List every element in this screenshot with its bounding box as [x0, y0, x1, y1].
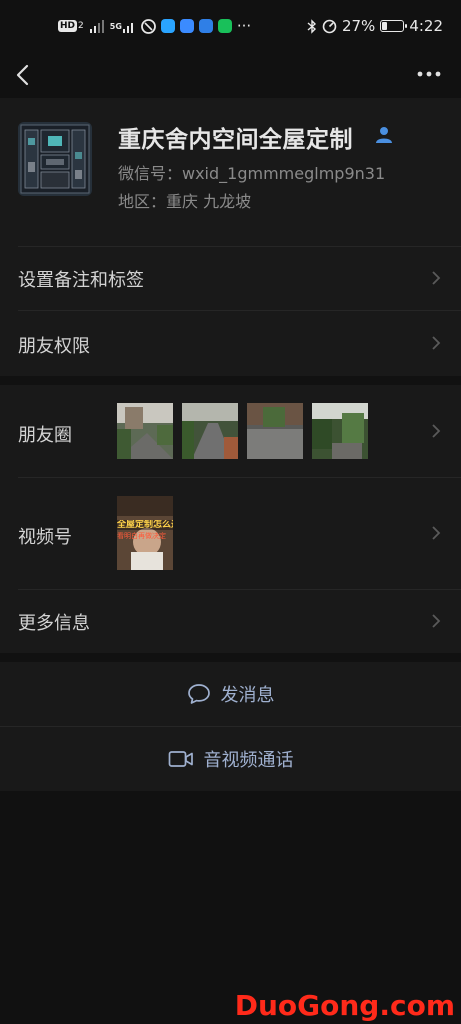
status-bar-left: HD 2 5G ··· — [58, 17, 251, 35]
friend-permissions-label: 朋友权限 — [18, 336, 90, 357]
chevron-right-icon — [432, 336, 441, 350]
moments-photo-1 — [117, 403, 173, 459]
cloud-app-icon — [179, 19, 194, 33]
chevron-right-icon — [432, 614, 441, 628]
sim-label: 2 — [78, 21, 84, 31]
video-call-label: 音视频通话 — [203, 750, 294, 771]
channels-row[interactable]: 视频号 全屋定制怎么选 看明白再做决定 — [0, 477, 461, 589]
bulb-app-icon — [198, 19, 213, 33]
remark-tags-row[interactable]: 设置备注和标签 — [0, 246, 461, 310]
divider — [18, 310, 461, 311]
chevron-right-icon — [432, 271, 441, 285]
chevron-right-icon — [432, 526, 441, 540]
signal-5g-label: 5G — [109, 21, 122, 31]
hd-badge: HD — [58, 20, 78, 32]
channels-label: 视频号 — [18, 527, 72, 548]
person-icon — [374, 126, 394, 148]
moments-label: 朋友圈 — [18, 425, 72, 446]
signal-5g-icon: 5G — [110, 20, 136, 33]
moments-photo-2 — [182, 403, 238, 459]
divider — [18, 589, 461, 590]
profile-header: 重庆舍内空间全屋定制 微信号：wxid_1gmmmeglmp9n31 地区：重庆… — [0, 98, 461, 246]
bluetooth-icon — [307, 18, 317, 34]
more-options-button[interactable] — [417, 66, 441, 82]
moments-photo-3 — [247, 403, 303, 459]
battery-fill — [382, 22, 388, 30]
channels-thumb-title: 全屋定制怎么选 — [117, 520, 173, 530]
status-bar-right: 27% 4:22 — [307, 17, 443, 35]
nav-bar — [0, 52, 461, 98]
more-info-label: 更多信息 — [18, 613, 90, 634]
divider — [18, 246, 461, 247]
wechat-id: 微信号：wxid_1gmmmeglmp9n31 — [118, 164, 386, 183]
divider — [18, 477, 461, 478]
chat-bubble-icon — [187, 684, 210, 704]
channels-video-thumbnail: 全屋定制怎么选 看明白再做决定 — [117, 496, 173, 570]
moments-row[interactable]: 朋友圈 — [0, 385, 461, 477]
battery-percent: 27% — [341, 17, 376, 35]
back-button[interactable] — [12, 60, 36, 90]
contact-name: 重庆舍内空间全屋定制 — [118, 127, 353, 153]
friend-permissions-row[interactable]: 朋友权限 — [0, 310, 461, 376]
channels-thumb-subtitle: 看明白再做决定 — [117, 532, 166, 540]
divider — [0, 726, 461, 727]
more-info-row[interactable]: 更多信息 — [0, 589, 461, 653]
watermark: DuoGong.com — [234, 989, 455, 1022]
more-horizontal-icon — [417, 71, 441, 77]
chat-app-icon — [217, 19, 232, 33]
hd-icon: HD 2 — [58, 20, 84, 32]
clock: 4:22 — [409, 17, 443, 35]
video-camera-icon — [168, 751, 193, 767]
avatar-cabinet-image — [18, 122, 92, 196]
speed-gauge-icon — [322, 19, 337, 34]
video-call-button[interactable]: 音视频通话 — [0, 727, 461, 791]
more-notifications: ··· — [236, 17, 252, 35]
remark-tags-label: 设置备注和标签 — [18, 270, 144, 291]
chevron-left-icon — [16, 64, 29, 86]
status-bar: HD 2 5G ··· 27% 4:22 — [0, 0, 461, 52]
region: 地区：重庆 九龙坡 — [118, 192, 252, 211]
search-app-icon — [160, 19, 175, 33]
chevron-right-icon — [432, 424, 441, 438]
avatar[interactable] — [18, 122, 92, 196]
moments-photo-4 — [312, 403, 368, 459]
send-message-button[interactable]: 发消息 — [0, 662, 461, 726]
signal-icon — [89, 19, 105, 33]
send-message-label: 发消息 — [220, 685, 275, 706]
browser-app-icon — [140, 18, 156, 34]
battery-icon — [380, 20, 408, 32]
